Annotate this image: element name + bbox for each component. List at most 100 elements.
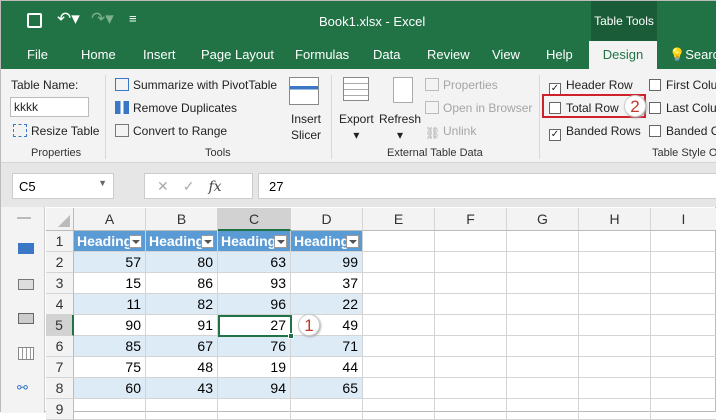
cell[interactable] [363,315,435,336]
refresh-button[interactable]: Refresh▾ [379,111,421,143]
cell[interactable] [507,294,579,315]
cell[interactable] [579,273,651,294]
row-header-7[interactable]: 7 [46,357,74,378]
flash-fill-icon[interactable] [18,279,34,290]
enter-icon[interactable]: ✓ [183,178,209,194]
cell[interactable]: 65 [291,378,363,399]
save-icon[interactable] [27,13,42,28]
table-header-cell[interactable]: Heading2 [146,231,218,252]
cell[interactable]: 44 [291,357,363,378]
cell[interactable]: 57 [74,252,146,273]
column-header-b[interactable]: B [146,208,218,231]
cell[interactable] [435,378,507,399]
cell[interactable] [363,357,435,378]
summarize-pivot-button[interactable]: Summarize with PivotTable [115,78,277,92]
total-row-checkbox[interactable]: Total Row [549,101,619,115]
cell[interactable] [435,294,507,315]
export-button[interactable]: Export▾ [339,111,374,143]
cell[interactable] [363,336,435,357]
cell[interactable] [363,294,435,315]
binoculars-icon[interactable]: ⚯ [17,380,28,396]
cell[interactable]: 71 [291,336,363,357]
cell[interactable] [651,294,716,315]
cell[interactable] [579,252,651,273]
cell[interactable] [579,315,651,336]
filter-dropdown-icon[interactable] [274,235,287,248]
cell[interactable] [579,336,651,357]
cell[interactable]: 15 [74,273,146,294]
header-row-checkbox[interactable]: ✓Header Row [549,78,633,95]
row-header-3[interactable]: 3 [46,273,74,294]
cell[interactable] [651,378,716,399]
column-header-f[interactable]: F [435,208,507,231]
cell[interactable] [507,252,579,273]
cell[interactable] [291,399,363,420]
cell[interactable]: 86 [146,273,218,294]
cell[interactable] [363,273,435,294]
cell[interactable] [651,357,716,378]
row-header-9[interactable]: 9 [46,399,74,420]
cell[interactable] [435,252,507,273]
cell[interactable] [579,399,651,420]
cell[interactable]: 19 [218,357,291,378]
table-header-cell[interactable]: Heading1 [74,231,146,252]
tab-review[interactable]: Review [427,47,470,62]
cancel-icon[interactable]: ✕ [157,178,183,194]
resize-table-button[interactable]: Resize Table [13,124,99,138]
filter-dropdown-icon[interactable] [129,235,142,248]
row-header-8[interactable]: 8 [46,378,74,399]
tab-view[interactable]: View [492,47,520,62]
column-header-c[interactable]: C [218,208,291,231]
tab-formulas[interactable]: Formulas [295,47,349,62]
row-header-1[interactable]: 1 [46,231,74,252]
tab-design[interactable]: Design [589,41,657,69]
formula-input[interactable]: 27 [258,173,716,199]
tab-insert[interactable]: Insert [143,47,176,62]
tell-me-search[interactable]: 💡Search [669,47,716,63]
cell[interactable] [579,378,651,399]
column-header-e[interactable]: E [363,208,435,231]
cell[interactable]: 11 [74,294,146,315]
cell[interactable] [218,399,291,420]
cell[interactable] [651,336,716,357]
cell[interactable] [507,357,579,378]
cell[interactable] [579,357,651,378]
cell[interactable]: 75 [74,357,146,378]
tab-data[interactable]: Data [373,47,400,62]
cell[interactable] [507,315,579,336]
cell[interactable] [363,399,435,420]
cell[interactable] [579,294,651,315]
column-header-g[interactable]: G [507,208,579,231]
cell[interactable] [435,231,507,252]
cell[interactable]: 93 [218,273,291,294]
row-header-5[interactable]: 5 [46,315,74,336]
cell[interactable] [435,336,507,357]
cell[interactable] [507,378,579,399]
cell[interactable] [363,231,435,252]
cell[interactable] [435,315,507,336]
last-column-checkbox[interactable]: Last Colu [649,101,716,115]
cell[interactable] [507,273,579,294]
cell[interactable] [363,252,435,273]
cell[interactable] [435,273,507,294]
cell[interactable] [146,399,218,420]
first-column-checkbox[interactable]: First Colu [649,78,716,92]
cell[interactable]: 82 [146,294,218,315]
banded-columns-checkbox[interactable]: Banded C [649,124,716,138]
cell[interactable] [507,336,579,357]
row-header-2[interactable]: 2 [46,252,74,273]
cell[interactable]: 94 [218,378,291,399]
column-header-i[interactable]: I [651,208,716,231]
cell[interactable]: 85 [74,336,146,357]
filter-dropdown-icon[interactable] [201,235,214,248]
filter-dropdown-icon[interactable] [346,235,359,248]
column-header-d[interactable]: D [291,208,363,231]
tab-home[interactable]: Home [81,47,116,62]
cell[interactable] [651,231,716,252]
cell[interactable]: 60 [74,378,146,399]
tab-page-layout[interactable]: Page Layout [201,47,274,62]
table-header-cell[interactable]: Heading3 [218,231,291,252]
cell[interactable]: 76 [218,336,291,357]
fill-handle[interactable] [288,333,294,339]
insert-function-icon[interactable]: fx [208,179,221,195]
